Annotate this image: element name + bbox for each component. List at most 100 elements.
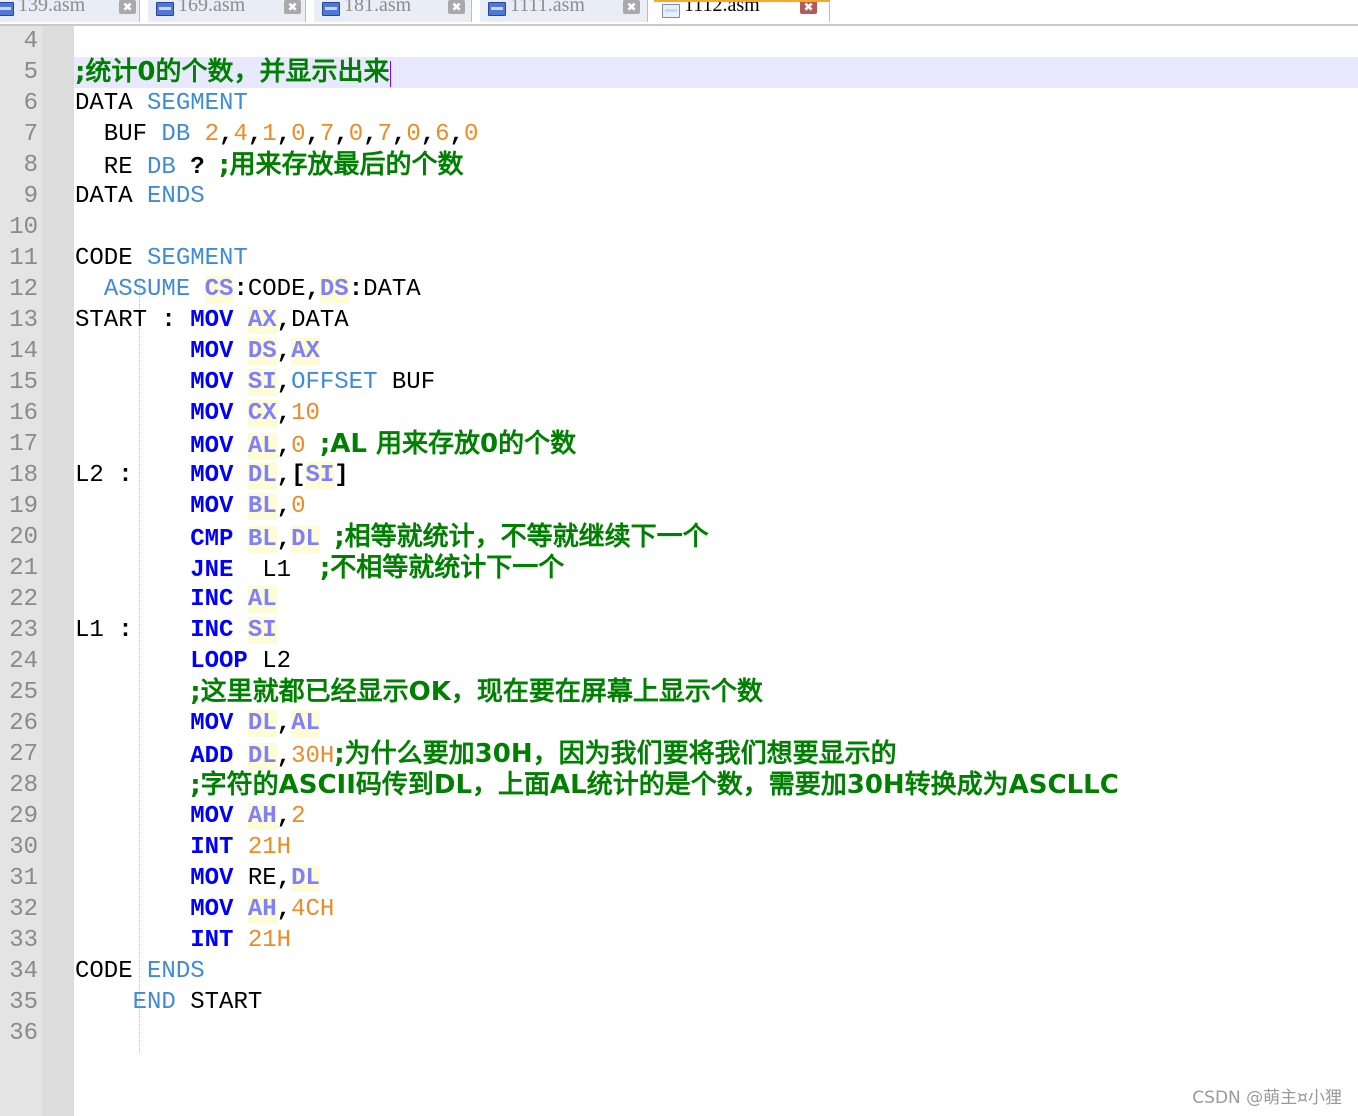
register-token: AL [247, 433, 277, 460]
close-tab-icon[interactable]: ✖ [119, 0, 136, 14]
line-number: 4 [23, 28, 38, 55]
code-line[interactable]: RE DB ? ;用来存放最后的个数 [75, 150, 464, 181]
identifier-token [233, 803, 247, 830]
code-line[interactable]: L1 : INC SI [75, 615, 277, 646]
number-token: 0 [291, 493, 306, 520]
punctuation-token: , [276, 803, 292, 830]
code-line[interactable]: JNE L1 ;不相等就统计下一个 [75, 553, 564, 584]
file-icon [322, 2, 340, 16]
code-line[interactable]: DATA SEGMENT [75, 88, 248, 119]
identifier-token: CODE [75, 958, 148, 985]
identifier-token [75, 338, 190, 365]
tab-139-asm[interactable]: 139.asm ✖ [0, 0, 140, 22]
comment-token: ;相等就统计，不等就继续下一个 [334, 522, 709, 552]
tab-label: 181.asm [344, 0, 412, 16]
identifier-token: START [175, 989, 263, 1016]
directive-token: END [132, 989, 176, 1016]
code-line[interactable]: ADD DL,30H;为什么要加30H，因为我们要将我们想要显示的 [75, 739, 897, 770]
code-line[interactable]: MOV BL,0 [75, 491, 305, 522]
code-line[interactable]: MOV CX,10 [75, 398, 320, 429]
opcode-token: INC [190, 586, 234, 613]
close-tab-icon[interactable]: ✖ [284, 0, 301, 14]
identifier-token [75, 834, 190, 861]
number-token: 4CH [291, 896, 335, 923]
line-number: 36 [9, 1020, 38, 1047]
fold-margin[interactable] [42, 26, 74, 1116]
code-line[interactable]: DATA ENDS [75, 181, 205, 212]
punctuation-token: , [276, 710, 292, 737]
comment-token: ;用来存放最后的个数 [219, 150, 464, 180]
line-number: 8 [23, 152, 38, 179]
identifier-token: L1 [233, 557, 320, 584]
code-line[interactable]: INC AL [75, 584, 277, 615]
line-number: 14 [9, 338, 38, 365]
number-token: 0 [463, 121, 479, 148]
close-tab-icon[interactable]: ✖ [800, 2, 817, 14]
code-line[interactable]: BUF DB 2,4,1,0,7,0,7,0,6,0 [75, 119, 479, 150]
comment-token: ;AL 用来存放0的个数 [319, 429, 577, 459]
tab-label: 169.asm [178, 0, 246, 16]
code-line[interactable]: CMP BL,DL ;相等就统计，不等就继续下一个 [75, 522, 709, 553]
code-line[interactable]: MOV AH,2 [75, 801, 305, 832]
code-line[interactable]: MOV DL,AL [75, 708, 320, 739]
code-line[interactable]: MOV DS,AX [75, 336, 320, 367]
identifier-token [75, 276, 104, 303]
code-line[interactable]: CODE SEGMENT [75, 243, 248, 274]
line-number: 12 [9, 276, 38, 303]
opcode-token: INT [190, 927, 234, 954]
code-line[interactable]: ;这里就都已经显示OK，现在要在屏幕上显示个数 [75, 677, 763, 708]
code-line[interactable]: MOV RE,DL [75, 863, 320, 894]
identifier-token [233, 617, 247, 644]
identifier-token: RE [233, 865, 277, 892]
punctuation-token: , [276, 743, 292, 770]
punctuation-token: , [305, 121, 320, 148]
code-line[interactable]: MOV SI,OFFSET BUF [75, 367, 435, 398]
code-line[interactable]: ;统计0的个数，并显示出来 [75, 57, 391, 88]
code-line[interactable]: END START [75, 987, 263, 1018]
directive-token: ENDS [147, 183, 205, 210]
punctuation-token: : [118, 462, 133, 489]
code-line[interactable]: LOOP L2 [75, 646, 291, 677]
punctuation-token: , [391, 121, 407, 148]
tab-1111-asm[interactable]: 1111.asm ✖ [480, 0, 648, 22]
code-line[interactable]: MOV AL,0 ;AL 用来存放0的个数 [75, 429, 576, 460]
line-number: 32 [9, 896, 38, 923]
tab-169-asm[interactable]: 169.asm ✖ [148, 0, 306, 22]
close-tab-icon[interactable]: ✖ [623, 0, 640, 14]
code-line[interactable]: ;字符的ASCII码传到DL，上面AL统计的是个数，需要加30H转换成为ASCL… [75, 770, 1119, 801]
tab-181-asm[interactable]: 181.asm ✖ [314, 0, 472, 22]
punctuation-token: : [161, 307, 176, 334]
code-line[interactable]: L2 : MOV DL,[SI] [75, 460, 349, 491]
code-line[interactable]: CODE ENDS [75, 956, 205, 987]
register-token: CS [204, 276, 234, 303]
number-token: 1 [262, 121, 277, 148]
punctuation-token: , [219, 121, 234, 148]
identifier-token [190, 276, 204, 303]
identifier-token [75, 743, 190, 770]
register-token: SI [247, 617, 277, 644]
code-line[interactable]: ASSUME CS:CODE,DS:DATA [75, 274, 421, 305]
opcode-token: CMP [190, 526, 234, 553]
code-line[interactable]: INT 21H [75, 925, 291, 956]
number-token: 30H [291, 743, 335, 770]
identifier-token: L2 [75, 462, 119, 489]
line-number: 19 [9, 493, 38, 520]
register-token: DS [247, 338, 277, 365]
register-token: CX [247, 400, 277, 427]
identifier-token [75, 557, 190, 584]
opcode-token: MOV [190, 493, 234, 520]
comment-token: ;不相等就统计下一个 [319, 553, 565, 583]
register-token: AL [247, 586, 277, 613]
number-token: 6 [435, 121, 450, 148]
tab-1112-asm[interactable]: 1112.asm ✖ [654, 0, 830, 22]
identifier-token [75, 493, 190, 520]
number-token: 0 [406, 121, 421, 148]
code-line[interactable]: MOV AH,4CH [75, 894, 334, 925]
line-number: 28 [9, 772, 38, 799]
code-line[interactable]: INT 21H [75, 832, 291, 863]
punctuation-token: , [276, 369, 292, 396]
identifier-token: CODE [75, 245, 148, 272]
close-tab-icon[interactable]: ✖ [448, 0, 465, 14]
code-line[interactable]: START : MOV AX,DATA [75, 305, 349, 336]
punctuation-token: : [233, 276, 248, 303]
